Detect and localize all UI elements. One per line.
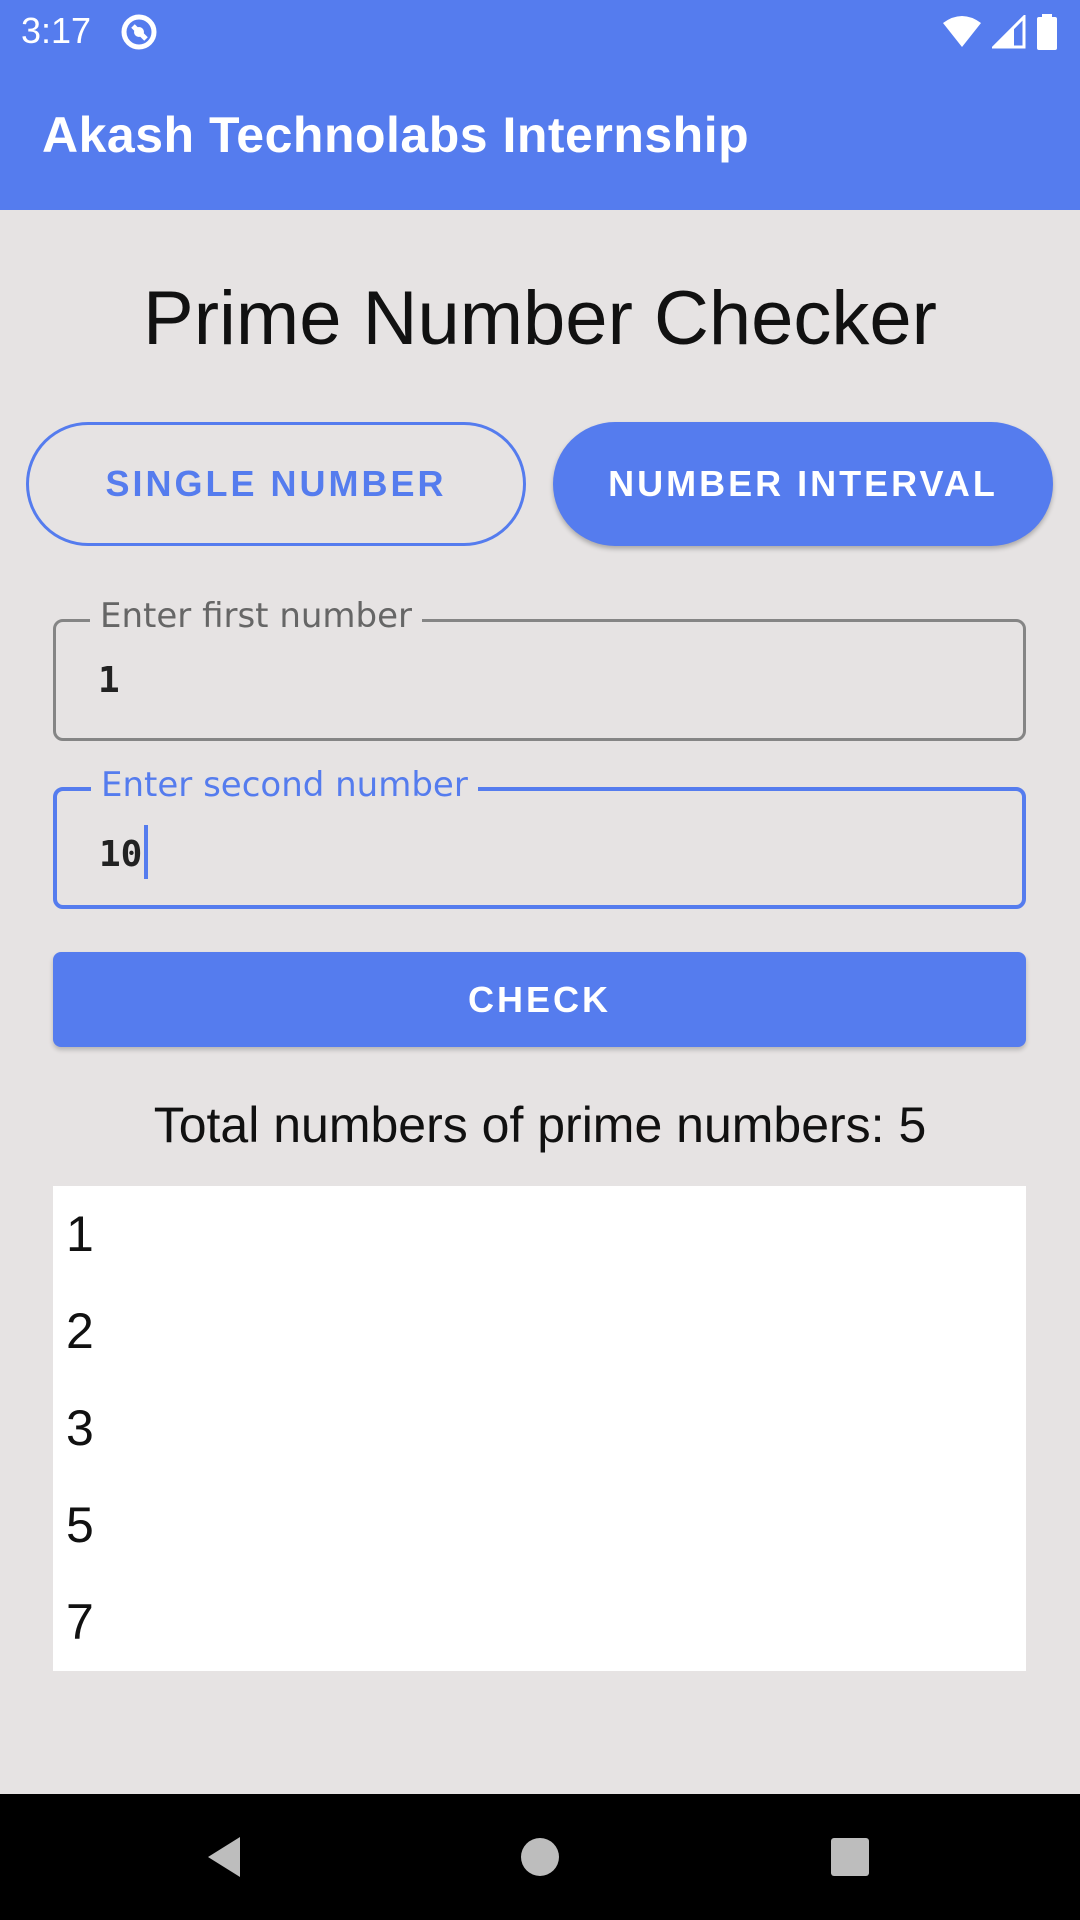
second-number-value: 10 xyxy=(99,834,143,875)
battery-icon xyxy=(1036,14,1058,50)
list-item[interactable]: 5 xyxy=(53,1477,1026,1574)
status-time: 3:17 xyxy=(21,10,92,51)
text-cursor xyxy=(144,825,149,879)
home-icon[interactable] xyxy=(515,1832,565,1882)
recents-icon[interactable] xyxy=(825,1832,875,1882)
app-title: Akash Technolabs Internship xyxy=(42,107,750,163)
app-bar: 3:17 Akash Technolabs Internship xyxy=(0,0,1080,210)
status-bar: 3:17 xyxy=(0,0,1080,63)
first-number-value[interactable]: 1 xyxy=(98,660,120,701)
single-number-button[interactable]: SINGLE NUMBER xyxy=(26,422,526,546)
second-number-label: Enter second number xyxy=(91,765,478,805)
back-icon[interactable] xyxy=(200,1832,250,1882)
result-count: Total numbers of prime numbers: 5 xyxy=(153,1097,927,1153)
check-button[interactable]: CHECK xyxy=(53,952,1026,1047)
second-number-input[interactable]: 10 xyxy=(99,825,149,883)
result-list[interactable]: 1 2 3 5 7 xyxy=(53,1186,1026,1671)
navigation-bar xyxy=(0,1794,1080,1920)
second-number-field[interactable]: Enter second number 10 xyxy=(53,765,1026,909)
list-item[interactable]: 1 xyxy=(53,1186,1026,1283)
list-item[interactable]: 3 xyxy=(53,1380,1026,1477)
wifi-icon xyxy=(942,15,982,49)
list-item[interactable]: 2 xyxy=(53,1283,1026,1380)
first-number-field[interactable]: Enter first number 1 xyxy=(53,596,1026,741)
cell-signal-icon xyxy=(992,15,1026,49)
app-notification-icon xyxy=(119,12,159,52)
first-number-label: Enter first number xyxy=(90,596,423,636)
list-item[interactable]: 7 xyxy=(53,1574,1026,1671)
page-title: Prime Number Checker xyxy=(143,276,937,361)
number-interval-button[interactable]: NUMBER INTERVAL xyxy=(553,422,1053,546)
